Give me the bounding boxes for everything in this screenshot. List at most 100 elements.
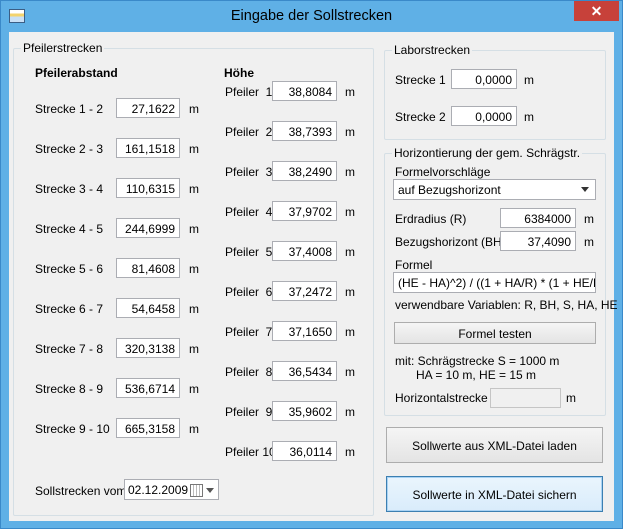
- pfeiler-hoehe-unit: m: [345, 325, 355, 339]
- horizontalstrecke-unit: m: [566, 391, 576, 405]
- mit-line-1: mit: Schrägstrecke S = 1000 m: [395, 354, 560, 368]
- pfeiler-hoehe-label: Pfeiler 4: [225, 205, 273, 219]
- pfeiler-hoehe-field[interactable]: 37,1650: [272, 321, 337, 341]
- erdradius-unit: m: [584, 212, 594, 226]
- erdradius-field[interactable]: 6384000: [500, 208, 576, 228]
- pfeiler-hoehe-unit: m: [345, 285, 355, 299]
- strecke-field[interactable]: 320,3138: [116, 338, 180, 358]
- sollstrecken-date-value: 02.12.2009: [128, 483, 189, 497]
- strecke-unit: m: [189, 422, 199, 436]
- close-button[interactable]: ✕: [574, 1, 619, 21]
- pfeiler-hoehe-unit: m: [345, 245, 355, 259]
- laborstrecken-group: Laborstrecken: [384, 43, 606, 140]
- pfeiler-hoehe-label: Pfeiler 2: [225, 125, 273, 139]
- formelvorschlaege-label: Formelvorschläge: [395, 165, 491, 179]
- formelvorschlaege-select[interactable]: auf Bezugshorizont: [393, 179, 596, 200]
- labor-strecke-1-field[interactable]: 0,0000: [451, 69, 517, 89]
- pfeiler-hoehe-unit: m: [345, 365, 355, 379]
- strecke-unit: m: [189, 342, 199, 356]
- pfeiler-hoehe-label: Pfeiler 3: [225, 165, 273, 179]
- pfeiler-hoehe-unit: m: [345, 445, 355, 459]
- strecke-field[interactable]: 54,6458: [116, 298, 180, 318]
- sollstrecken-date-label: Sollstrecken vom: [35, 484, 127, 498]
- strecke-unit: m: [189, 182, 199, 196]
- pfeiler-hoehe-field[interactable]: 35,9602: [272, 401, 337, 421]
- strecke-label: Strecke 6 - 7: [35, 302, 104, 316]
- horizontalstrecke-label: Horizontalstrecke =: [395, 391, 499, 405]
- labor-strecke-1-label: Strecke 1: [395, 73, 446, 87]
- formel-field[interactable]: (HE - HA)^2) / ((1 + HA/R) * (1 + HE/R))…: [393, 272, 596, 293]
- strecke-label: Strecke 4 - 5: [35, 222, 104, 236]
- pfeiler-hoehe-unit: m: [345, 165, 355, 179]
- strecke-field[interactable]: 665,3158: [116, 418, 180, 438]
- pfeiler-hoehe-unit: m: [345, 205, 355, 219]
- strecke-label: Strecke 9 - 10: [35, 422, 110, 436]
- pfeiler-hoehe-field[interactable]: 37,4008: [272, 241, 337, 261]
- strecke-label: Strecke 3 - 4: [35, 182, 104, 196]
- pfeiler-hoehe-field[interactable]: 38,7393: [272, 121, 337, 141]
- load-xml-button[interactable]: Sollwerte aus XML-Datei laden: [386, 427, 603, 463]
- strecke-label: Strecke 5 - 6: [35, 262, 104, 276]
- strecke-field[interactable]: 244,6999: [116, 218, 180, 238]
- variablen-hint: verwendbare Variablen: R, BH, S, HA, HE: [395, 298, 618, 312]
- pfeiler-hoehe-field[interactable]: 37,9702: [272, 201, 337, 221]
- sollstrecken-date-picker[interactable]: 02.12.2009: [124, 479, 219, 500]
- strecke-label: Strecke 7 - 8: [35, 342, 104, 356]
- pfeiler-hoehe-field[interactable]: 37,2472: [272, 281, 337, 301]
- calendar-icon[interactable]: [190, 484, 203, 497]
- pfeiler-hoehe-label: Pfeiler 10: [225, 445, 276, 459]
- pfeiler-hoehe-field[interactable]: 38,2490: [272, 161, 337, 181]
- strecke-field[interactable]: 536,6714: [116, 378, 180, 398]
- mit-line-2: HA = 10 m, HE = 15 m: [416, 368, 537, 382]
- title-bar[interactable]: Eingabe der Sollstrecken ✕: [1, 1, 622, 31]
- chevron-down-icon[interactable]: [581, 187, 589, 192]
- pfeiler-hoehe-label: Pfeiler 7: [225, 325, 273, 339]
- save-xml-button[interactable]: Sollwerte in XML-Datei sichern: [386, 476, 603, 512]
- pfeiler-hoehe-label: Pfeiler 9: [225, 405, 273, 419]
- strecke-label: Strecke 8 - 9: [35, 382, 104, 396]
- strecke-unit: m: [189, 262, 199, 276]
- strecke-unit: m: [189, 302, 199, 316]
- window-title: Eingabe der Sollstrecken: [230, 8, 393, 24]
- strecke-unit: m: [189, 382, 199, 396]
- pfeiler-hoehe-unit: m: [345, 405, 355, 419]
- formel-testen-button[interactable]: Formel testen: [394, 322, 596, 344]
- labor-strecke-2-label: Strecke 2: [395, 110, 446, 124]
- formelvorschlaege-value: auf Bezugshorizont: [398, 183, 501, 197]
- strecke-field[interactable]: 110,6315: [116, 178, 180, 198]
- strecke-field[interactable]: 81,4608: [116, 258, 180, 278]
- horizontierung-group-title: Horizontierung der gem. Schrägstr.: [392, 146, 583, 160]
- pfeiler-hoehe-unit: m: [345, 85, 355, 99]
- laborstrecken-group-title: Laborstrecken: [392, 43, 473, 57]
- horizontalstrecke-field: [490, 388, 561, 408]
- pfeiler-hoehe-unit: m: [345, 125, 355, 139]
- labor-strecke-2-unit: m: [524, 110, 534, 124]
- pfeiler-hoehe-label: Pfeiler 8: [225, 365, 273, 379]
- strecke-field[interactable]: 161,1518: [116, 138, 180, 158]
- strecke-unit: m: [189, 102, 199, 116]
- strecke-unit: m: [189, 142, 199, 156]
- formel-label: Formel: [395, 258, 433, 272]
- pfeiler-hoehe-label: Pfeiler 1: [225, 85, 273, 99]
- labor-strecke-1-unit: m: [524, 73, 534, 87]
- pfeilerabstand-header: Pfeilerabstand: [35, 66, 118, 80]
- bezugshorizont-field[interactable]: 37,4090: [500, 231, 576, 251]
- bezugshorizont-label: Bezugshorizont (BH): [395, 235, 506, 249]
- client-area: Pfeilerstrecken Pfeilerabstand Höhe Soll…: [9, 32, 618, 521]
- pfeiler-hoehe-label: Pfeiler 5: [225, 245, 273, 259]
- pfeiler-hoehe-label: Pfeiler 6: [225, 285, 273, 299]
- hoehe-header: Höhe: [224, 66, 254, 80]
- bezugshorizont-unit: m: [584, 235, 594, 249]
- labor-strecke-2-field[interactable]: 0,0000: [451, 106, 517, 126]
- pfeiler-hoehe-field[interactable]: 36,5434: [272, 361, 337, 381]
- strecke-label: Strecke 1 - 2: [35, 102, 104, 116]
- pfeiler-hoehe-field[interactable]: 38,8084: [272, 81, 337, 101]
- main-window: Eingabe der Sollstrecken ✕ Pfeilerstreck…: [0, 0, 623, 529]
- pfeiler-hoehe-field[interactable]: 36,0114: [272, 441, 337, 461]
- strecke-unit: m: [189, 222, 199, 236]
- pfeilerstrecken-group-title: Pfeilerstrecken: [21, 41, 105, 55]
- erdradius-label: Erdradius (R): [395, 212, 467, 226]
- chevron-down-icon[interactable]: [206, 488, 214, 493]
- strecke-field[interactable]: 27,1622: [116, 98, 180, 118]
- strecke-label: Strecke 2 - 3: [35, 142, 104, 156]
